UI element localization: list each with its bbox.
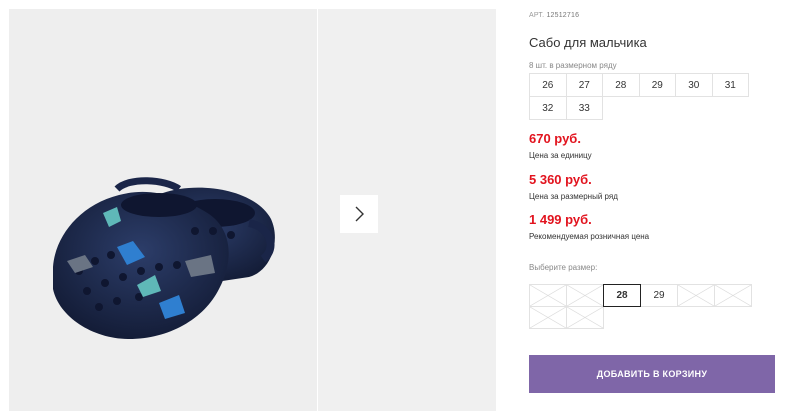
crossed-out-icon [715, 285, 751, 306]
next-image-button[interactable] [340, 195, 378, 233]
crossed-out-icon [678, 285, 714, 306]
crossed-out-icon [567, 307, 603, 328]
product-photo[interactable] [9, 9, 317, 411]
retail-price-label: Рекомендуемая розничная цена [529, 232, 650, 241]
add-to-cart-button[interactable]: ДОБАВИТЬ В КОРЗИНУ [529, 355, 775, 393]
size-row-cell: 32 [529, 96, 567, 120]
crossed-out-icon [530, 285, 566, 306]
choose-size-label: Выберите размер: [529, 263, 598, 272]
article-value: 12512716 [546, 12, 580, 19]
size-option-unavailable [714, 284, 752, 307]
size-row-grid: 26 27 28 29 30 31 32 33 [529, 73, 776, 120]
size-option-unavailable [677, 284, 715, 307]
size-option-unavailable [566, 284, 604, 307]
unit-price-label: Цена за единицу [529, 151, 592, 160]
size-row-cell: 30 [675, 73, 713, 97]
article-number: АРТ. 12512716 [529, 12, 579, 19]
crossed-out-icon [567, 285, 603, 306]
size-row-cell: 28 [602, 73, 640, 97]
chevron-right-icon [355, 206, 364, 222]
row-price-label: Цена за размерный ряд [529, 192, 618, 201]
article-label: АРТ. [529, 12, 545, 19]
crossed-out-icon [530, 307, 566, 328]
product-title: Сабо для мальчика [529, 35, 647, 50]
size-option-unavailable [566, 306, 604, 329]
size-row-caption: 8 шт. в размерном ряду [529, 61, 617, 70]
retail-price: 1 499 руб. [529, 212, 592, 227]
row-price: 5 360 руб. [529, 172, 592, 187]
clog-shoes-image [53, 177, 275, 339]
size-option-28[interactable]: 28 [603, 284, 641, 307]
size-picker: 28 29 [529, 284, 769, 329]
unit-price: 670 руб. [529, 131, 581, 146]
size-row-cell: 31 [711, 73, 749, 97]
product-gallery [9, 9, 496, 411]
size-option-unavailable [529, 306, 567, 329]
size-row-cell: 29 [638, 73, 676, 97]
size-row-cell: 33 [565, 96, 603, 120]
size-option-29[interactable]: 29 [640, 284, 678, 307]
size-option-unavailable [529, 284, 567, 307]
size-row-cell: 26 [529, 73, 567, 97]
size-row-cell: 27 [565, 73, 603, 97]
